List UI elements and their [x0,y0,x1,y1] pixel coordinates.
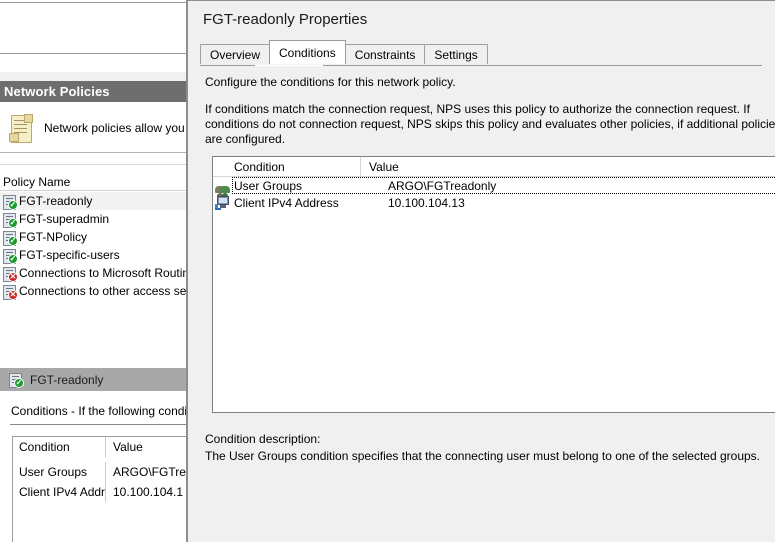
detail-value-cell: ARGO\FGTre [105,462,186,482]
policy-list-column-header[interactable]: Policy Name [0,172,186,191]
detail-conditions-table: Condition Value User Groups ARGO\FGTre C… [12,436,186,542]
condition-row-user-groups[interactable]: User Groups ARGO\FGTreadonly [213,177,775,199]
list-item[interactable]: ✓ FGT-superadmin [0,210,186,228]
detail-value-header: Value [105,437,186,457]
tab-settings-label: Settings [434,47,478,62]
network-policies-description-panel: Network policies allow you to c [0,103,207,152]
description-divider [0,152,186,153]
network-policies-section-header: Network Policies [0,81,186,102]
active-tab-connector [255,65,323,66]
policy-disabled-icon: ✕ [2,284,18,300]
users-group-icon [213,179,232,199]
detail-condition-cell: User Groups [19,465,88,479]
condition-column-header[interactable]: Condition [213,157,361,177]
detail-condition-cell: Client IPv4 Address [19,485,105,499]
detail-conditions-underline [10,424,186,425]
detail-condition-header: Condition [19,440,70,454]
list-item-label: FGT-NPolicy [19,230,88,244]
detail-pane-header: ✓ FGT-readonly [0,368,186,391]
detail-conditions-label: Conditions - If the following condition [11,404,207,418]
list-item-label: Connections to Microsoft Routing ar [19,266,186,280]
table-row: User Groups ARGO\FGTre [13,462,186,482]
policy-enabled-icon: ✓ [2,212,18,228]
value-cell: ARGO\FGTreadonly [388,178,497,193]
policy-list[interactable]: ✓ FGT-readonly ✓ FGT-superadmin ✓ FGT-NP… [0,192,186,300]
conditions-listbox[interactable]: Condition Value User Groups ARGO\FGTread… [212,156,775,413]
detail-value-cell: 10.100.104.1 [105,482,186,502]
policy-enabled-icon: ✓ [2,248,18,264]
detail-pane-title: FGT-readonly [30,372,104,387]
value-column-header[interactable]: Value [361,157,775,177]
condition-cell: Client IPv4 Address [234,195,339,210]
table-row: Client IPv4 Address 10.100.104.1 [13,482,186,502]
list-item-label: FGT-superadmin [19,212,110,226]
network-policies-title: Network Policies [4,84,110,99]
tab-constraints-label: Constraints [354,47,416,62]
value-cell: 10.100.104.13 [388,195,465,210]
tab-conditions-label: Conditions [279,45,336,60]
list-item-label: FGT-specific-users [19,248,120,262]
dialog-intro-text: Configure the conditions for this networ… [205,75,456,89]
condition-description-label: Condition description: [205,432,321,446]
tab-conditions[interactable]: Conditions [269,40,346,64]
properties-dialog: FGT-readonly Properties Overview Conditi… [186,0,775,542]
description-divider-2 [0,164,186,165]
policy-enabled-icon: ✓ [8,372,24,388]
dialog-left-border [187,1,188,542]
policy-document-icon [8,113,34,143]
tab-overview-label: Overview [210,47,261,62]
table-header-row: Condition Value [13,437,186,457]
dialog-body: Configure the conditions for this networ… [200,66,775,542]
network-policies-description-text: Network policies allow you to c [44,120,208,135]
condition-row-client-ipv4[interactable]: Client IPv4 Address 10.100.104.13 [213,194,775,211]
tab-overview[interactable]: Overview [200,44,271,64]
list-item[interactable]: ✕ Connections to other access server [0,282,186,300]
dialog-title: FGT-readonly Properties [203,11,368,28]
tab-settings[interactable]: Settings [424,44,488,64]
list-item[interactable]: ✓ FGT-specific-users [0,246,186,264]
condition-description-text: The User Groups condition specifies that… [205,449,760,463]
list-item-label: Connections to other access server [19,284,186,298]
policy-enabled-icon: ✓ [2,194,18,210]
tabstrip[interactable]: Overview Conditions Constraints Settings [200,40,488,64]
policy-disabled-icon: ✕ [2,266,18,282]
policy-name-column-label: Policy Name [3,174,71,189]
listbox-header-row[interactable]: Condition Value [213,157,775,177]
list-item-label: FGT-readonly [19,194,93,208]
policy-enabled-icon: ✓ [2,230,18,246]
screen: Network Policies Network policies allow … [0,0,775,542]
dialog-explanation-text: If conditions match the connection reque… [205,102,775,146]
client-ipv4-icon [213,195,232,210]
list-item[interactable]: ✓ FGT-NPolicy [0,228,186,246]
condition-cell: User Groups [234,178,303,193]
tab-constraints[interactable]: Constraints [344,44,426,64]
list-item[interactable]: ✓ FGT-readonly [0,192,186,210]
list-item[interactable]: ✕ Connections to Microsoft Routing ar [0,264,186,282]
